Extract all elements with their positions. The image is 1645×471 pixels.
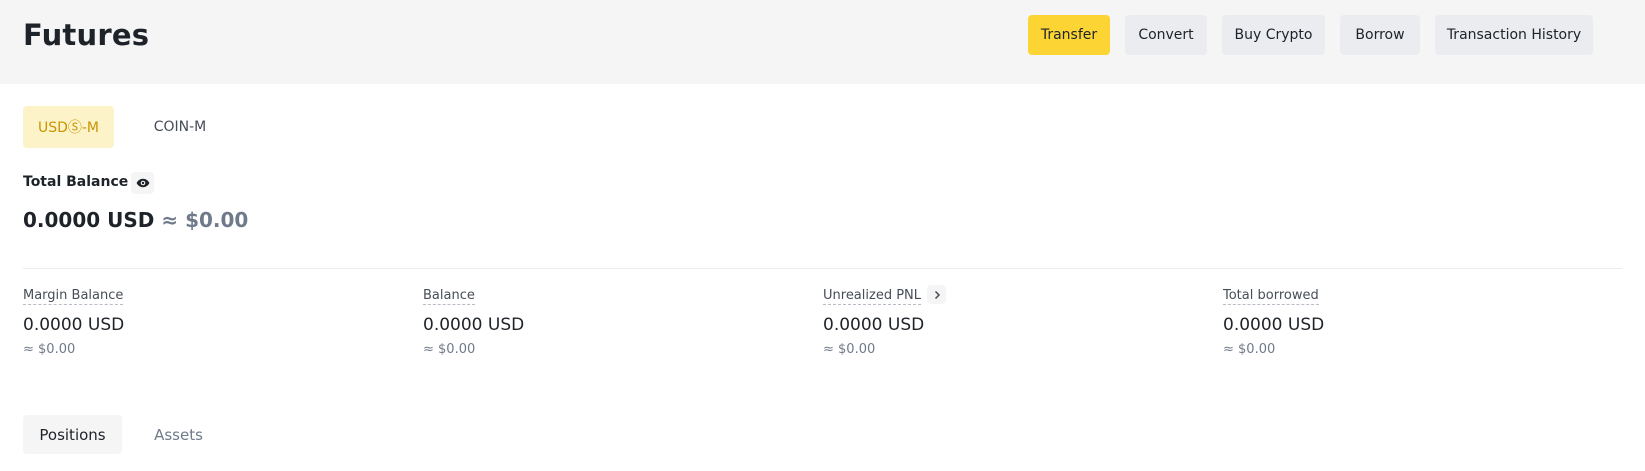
- unrealized-pnl-details-button[interactable]: [927, 285, 947, 304]
- stat-unrealized-pnl: Unrealized PNL 0.0000 USD ≈ $0.00: [823, 284, 1193, 357]
- toggle-balance-visibility-button[interactable]: [131, 172, 154, 194]
- margin-balance-label[interactable]: Margin Balance: [23, 288, 124, 305]
- stat-total-borrowed: Total borrowed 0.0000 USD ≈ $0.00: [1223, 284, 1593, 357]
- total-balance-value: 0.0000 USD ≈ $0.00: [23, 208, 248, 232]
- section-divider: [23, 268, 1622, 269]
- balance-approx: ≈ $0.00: [423, 342, 476, 357]
- page-title: Futures: [23, 18, 150, 52]
- unrealized-pnl-label[interactable]: Unrealized PNL: [823, 288, 922, 305]
- unrealized-pnl-value: 0.0000 USD: [823, 315, 925, 335]
- margin-balance-value: 0.0000 USD: [23, 315, 125, 335]
- total-balance-approx: ≈ $0.00: [161, 208, 249, 232]
- borrow-button[interactable]: Borrow: [1340, 15, 1420, 55]
- tab-positions[interactable]: Positions: [23, 415, 122, 454]
- transaction-history-button[interactable]: Transaction History: [1435, 15, 1593, 55]
- balance-label[interactable]: Balance: [423, 288, 475, 305]
- balance-value: 0.0000 USD: [423, 315, 525, 335]
- page-header: Futures Transfer Convert Buy Crypto Borr…: [0, 0, 1645, 84]
- total-borrowed-value: 0.0000 USD: [1223, 315, 1325, 335]
- transfer-button[interactable]: Transfer: [1028, 15, 1110, 55]
- stat-margin-balance: Margin Balance 0.0000 USD ≈ $0.00: [23, 284, 393, 357]
- total-balance-label: Total Balance: [23, 174, 129, 190]
- stat-balance: Balance 0.0000 USD ≈ $0.00: [423, 284, 793, 357]
- total-borrowed-approx: ≈ $0.00: [1223, 342, 1276, 357]
- convert-button[interactable]: Convert: [1125, 15, 1207, 55]
- buy-crypto-button[interactable]: Buy Crypto: [1222, 15, 1325, 55]
- tab-coin-m[interactable]: COIN-M: [136, 106, 224, 148]
- chevron-right-icon: [934, 290, 940, 299]
- eye-icon: [136, 178, 149, 188]
- total-balance-amount: 0.0000 USD: [23, 208, 155, 232]
- total-borrowed-label[interactable]: Total borrowed: [1223, 288, 1319, 305]
- tab-assets[interactable]: Assets: [140, 415, 217, 454]
- tab-usds-m[interactable]: USDⓈ-M: [23, 106, 114, 148]
- unrealized-pnl-approx: ≈ $0.00: [823, 342, 876, 357]
- margin-balance-approx: ≈ $0.00: [23, 342, 76, 357]
